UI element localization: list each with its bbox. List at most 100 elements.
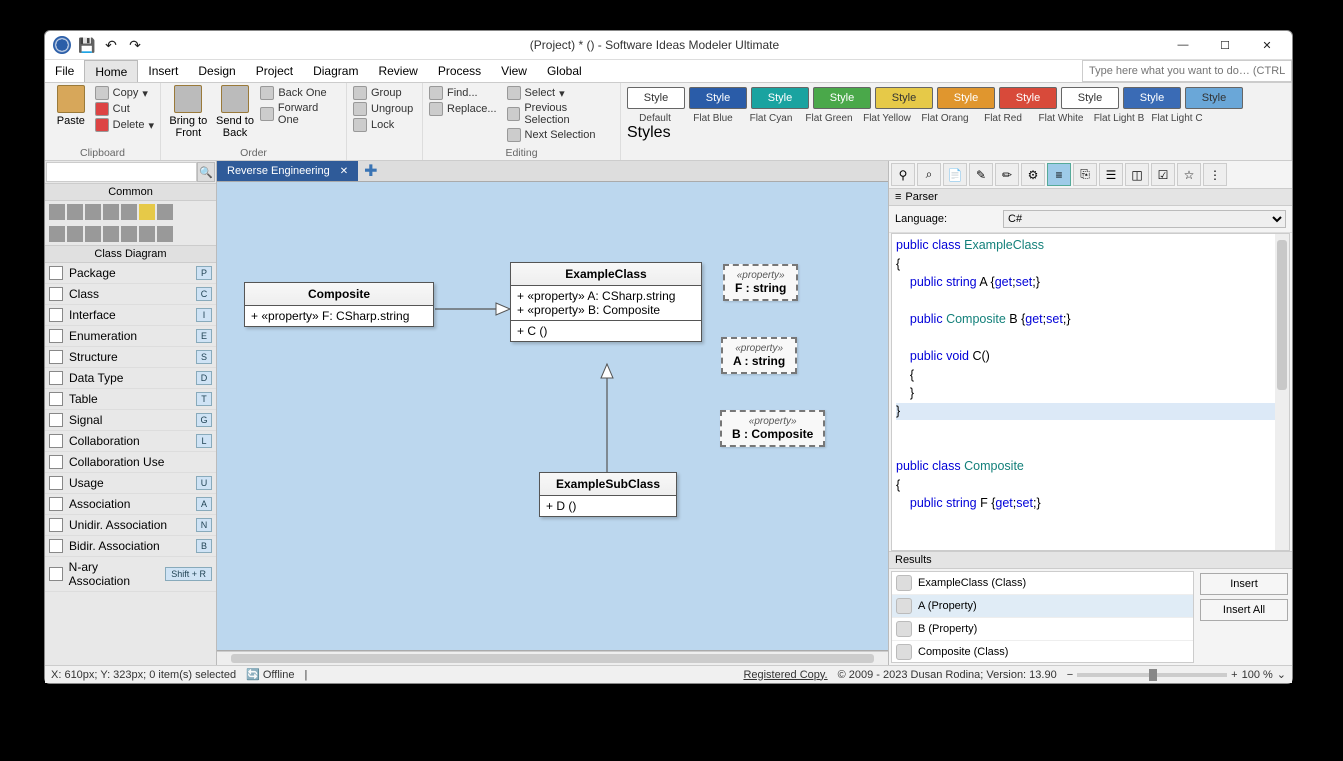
- property-b[interactable]: «property»B : Composite: [720, 410, 825, 447]
- style-1[interactable]: Style: [689, 87, 747, 109]
- frame-tool-icon[interactable]: [121, 226, 137, 242]
- style-7[interactable]: Style: [1061, 87, 1119, 109]
- insert-button[interactable]: Insert: [1200, 573, 1288, 595]
- code-vscroll[interactable]: [1275, 234, 1289, 550]
- panel-icon-12[interactable]: ☆: [1177, 163, 1201, 186]
- select-button[interactable]: Select ▾: [507, 85, 614, 101]
- menu-global[interactable]: Global: [537, 60, 592, 82]
- copy-button[interactable]: Copy ▾: [95, 85, 154, 101]
- replace-button[interactable]: Replace...: [429, 101, 497, 117]
- folder-tool-icon[interactable]: [85, 226, 101, 242]
- diagram-canvas[interactable]: Composite + «property» F: CSharp.string …: [217, 181, 888, 651]
- insert-all-button[interactable]: Insert All: [1200, 599, 1288, 621]
- panel-icon-4[interactable]: ✎: [969, 163, 993, 186]
- toolbox-collaboration[interactable]: CollaborationL: [45, 431, 216, 452]
- arrow-tool-icon[interactable]: [157, 226, 173, 242]
- menu-view[interactable]: View: [491, 60, 537, 82]
- zoom-tool-icon[interactable]: [85, 204, 101, 220]
- toolbox-data-type[interactable]: Data TypeD: [45, 368, 216, 389]
- menu-project[interactable]: Project: [246, 60, 303, 82]
- style-5[interactable]: Style: [937, 87, 995, 109]
- language-select[interactable]: C#: [1003, 210, 1286, 228]
- undo-icon[interactable]: ↶: [102, 36, 120, 54]
- panel-icon-8[interactable]: ⎘: [1073, 163, 1097, 186]
- class-composite[interactable]: Composite + «property» F: CSharp.string: [244, 282, 434, 327]
- menu-home[interactable]: Home: [84, 60, 138, 82]
- property-f[interactable]: «property»F : string: [723, 264, 798, 301]
- panel-icon-13[interactable]: ⋮: [1203, 163, 1227, 186]
- toolbox-package[interactable]: PackageP: [45, 263, 216, 284]
- style-6[interactable]: Style: [999, 87, 1057, 109]
- paste-button[interactable]: Paste: [51, 85, 91, 133]
- toolbox-n-ary-association[interactable]: N-ary AssociationShift + R: [45, 557, 216, 592]
- panel-icon-10[interactable]: ◫: [1125, 163, 1149, 186]
- line-tool-icon[interactable]: [157, 204, 173, 220]
- canvas-hscroll[interactable]: [217, 651, 888, 665]
- search-icon[interactable]: 🔍: [197, 162, 215, 182]
- registered-link[interactable]: Registered Copy.: [743, 669, 827, 681]
- delete-button[interactable]: Delete ▾: [95, 117, 154, 133]
- text-tool-icon[interactable]: [121, 204, 137, 220]
- tab-close-icon[interactable]: ✕: [340, 166, 348, 177]
- close-button[interactable]: ✕: [1246, 33, 1288, 57]
- toolbox-class[interactable]: ClassC: [45, 284, 216, 305]
- menu-insert[interactable]: Insert: [138, 60, 188, 82]
- group-button[interactable]: Group: [353, 85, 416, 101]
- lock-button[interactable]: Lock: [353, 117, 416, 133]
- container-tool-icon[interactable]: [49, 226, 65, 242]
- redo-icon[interactable]: ↷: [126, 36, 144, 54]
- zoom-out-button[interactable]: −: [1067, 669, 1073, 681]
- tell-me-search[interactable]: [1082, 60, 1292, 82]
- property-a[interactable]: «property»A : string: [721, 337, 797, 374]
- dot-tool-icon[interactable]: [67, 226, 83, 242]
- ungroup-button[interactable]: Ungroup: [353, 101, 416, 117]
- move-tool-icon[interactable]: [67, 204, 83, 220]
- toolbox-enumeration[interactable]: EnumerationE: [45, 326, 216, 347]
- style-3[interactable]: Style: [813, 87, 871, 109]
- panel-icon-9[interactable]: ☰: [1099, 163, 1123, 186]
- toolbox-unidir-association[interactable]: Unidir. AssociationN: [45, 515, 216, 536]
- panel-icon-3[interactable]: 📄: [943, 163, 967, 186]
- result-item[interactable]: B (Property): [892, 618, 1193, 641]
- panel-icon-2[interactable]: ⌕: [917, 163, 941, 186]
- link-tool-icon[interactable]: [139, 226, 155, 242]
- rect-tool-icon[interactable]: [103, 204, 119, 220]
- panel-icon-1[interactable]: ⚲: [891, 163, 915, 186]
- toolbox-search[interactable]: [46, 162, 197, 182]
- toolbox-association[interactable]: AssociationA: [45, 494, 216, 515]
- zoom-slider[interactable]: [1077, 673, 1227, 677]
- menu-process[interactable]: Process: [428, 60, 491, 82]
- toolbox-table[interactable]: TableT: [45, 389, 216, 410]
- zoom-in-button[interactable]: +: [1231, 669, 1237, 681]
- result-item[interactable]: ExampleClass (Class): [892, 572, 1193, 595]
- panel-icon-6[interactable]: ⚙: [1021, 163, 1045, 186]
- find-button[interactable]: Find...: [429, 85, 497, 101]
- tab-reverse-engineering[interactable]: Reverse Engineering✕: [217, 161, 358, 181]
- toolbox-collaboration-use[interactable]: Collaboration Use: [45, 452, 216, 473]
- note-tool-icon[interactable]: [139, 204, 155, 220]
- toolbox-bidir-association[interactable]: Bidir. AssociationB: [45, 536, 216, 557]
- menu-design[interactable]: Design: [188, 60, 245, 82]
- result-item[interactable]: Composite (Class): [892, 641, 1193, 663]
- menu-file[interactable]: File: [45, 60, 84, 82]
- menu-diagram[interactable]: Diagram: [303, 60, 368, 82]
- result-item[interactable]: A (Property): [892, 595, 1193, 618]
- style-9[interactable]: Style: [1185, 87, 1243, 109]
- send-to-back-button[interactable]: Send to Back: [214, 85, 257, 139]
- back-one-button[interactable]: Back One: [260, 85, 340, 101]
- style-8[interactable]: Style: [1123, 87, 1181, 109]
- next-selection-button[interactable]: Next Selection: [507, 127, 614, 143]
- pointer-tool-icon[interactable]: [49, 204, 65, 220]
- prev-selection-button[interactable]: Previous Selection: [507, 101, 614, 127]
- panel-icon-11[interactable]: ☑: [1151, 163, 1175, 186]
- panel-icon-parser[interactable]: ≡: [1047, 163, 1071, 186]
- maximize-button[interactable]: ☐: [1204, 33, 1246, 57]
- toolbox-usage[interactable]: UsageU: [45, 473, 216, 494]
- box-tool-icon[interactable]: [103, 226, 119, 242]
- toolbox-structure[interactable]: StructureS: [45, 347, 216, 368]
- toolbox-signal[interactable]: SignalG: [45, 410, 216, 431]
- toolbox-interface[interactable]: InterfaceI: [45, 305, 216, 326]
- bring-to-front-button[interactable]: Bring to Front: [167, 85, 210, 139]
- menu-review[interactable]: Review: [368, 60, 427, 82]
- code-editor[interactable]: public class ExampleClass { public strin…: [891, 233, 1290, 551]
